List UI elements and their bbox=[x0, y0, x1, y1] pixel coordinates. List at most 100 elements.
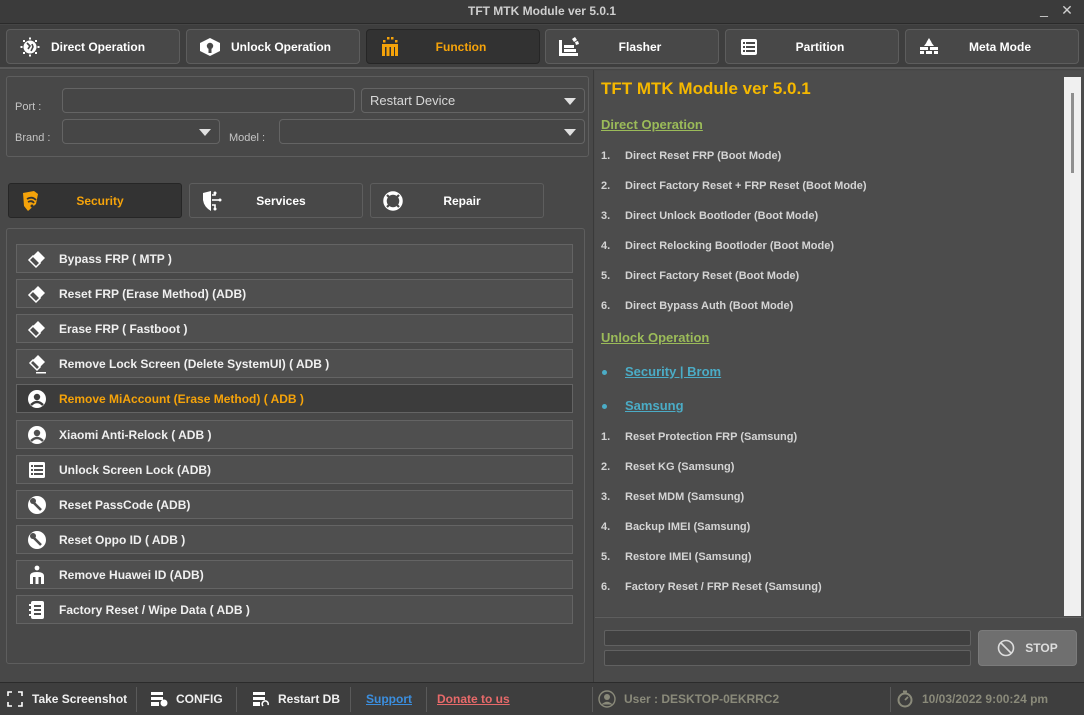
divider bbox=[592, 687, 593, 712]
function-reset-frp-erase[interactable]: Reset FRP (Erase Method) (ADB) bbox=[16, 279, 573, 308]
log-item-number: 2. bbox=[601, 461, 611, 473]
port-input[interactable] bbox=[62, 88, 355, 113]
restart-db-label: Restart DB bbox=[278, 692, 341, 706]
user-icon bbox=[598, 690, 616, 708]
nav-flasher[interactable]: Flasher bbox=[545, 29, 719, 64]
left-pane: Port : Restart Device Brand : Model : Se… bbox=[0, 70, 593, 682]
top-nav: Direct Operation Unlock Operation Functi… bbox=[0, 25, 1084, 69]
support-link[interactable]: Support bbox=[366, 689, 412, 709]
function-reset-passcode[interactable]: Reset PassCode (ADB) bbox=[16, 490, 573, 519]
nav-meta-mode[interactable]: Meta Mode bbox=[905, 29, 1079, 64]
function-remove-miaccount[interactable]: Remove MiAccount (Erase Method) ( ADB ) bbox=[16, 384, 573, 413]
log-item-number: 4. bbox=[601, 240, 611, 252]
log-link-security-brom[interactable]: Security | Brom bbox=[625, 364, 721, 379]
close-icon[interactable]: ✕ bbox=[1057, 2, 1077, 19]
chevron-down-icon bbox=[564, 129, 576, 136]
tab-label: Repair bbox=[443, 193, 481, 208]
function-label: Reset PassCode (ADB) bbox=[59, 497, 191, 512]
brand-select[interactable] bbox=[62, 119, 220, 144]
tab-label: Security bbox=[76, 193, 124, 208]
nav-direct-operation[interactable]: Direct Operation bbox=[6, 29, 180, 64]
user-circle-icon bbox=[27, 425, 47, 445]
log-item: Reset MDM (Samsung) bbox=[625, 491, 745, 503]
tab-security[interactable]: Security bbox=[8, 183, 182, 218]
log-scrollbar-thumb[interactable] bbox=[1071, 93, 1074, 173]
database-refresh-icon bbox=[252, 690, 270, 708]
function-erase-frp-fastboot[interactable]: Erase FRP ( Fastboot ) bbox=[16, 314, 573, 343]
log-item-number: 6. bbox=[601, 300, 611, 312]
bullet-icon bbox=[602, 370, 607, 375]
ban-icon bbox=[997, 639, 1015, 657]
right-pane: TFT MTK Module ver 5.0.1 Direct Operatio… bbox=[593, 70, 1084, 682]
person-m-icon bbox=[27, 565, 47, 585]
log-item-number: 5. bbox=[601, 270, 611, 282]
function-reset-oppo-id[interactable]: Reset Oppo ID ( ADB ) bbox=[16, 525, 573, 554]
stop-button[interactable]: STOP bbox=[978, 630, 1077, 666]
log-item-number: 1. bbox=[601, 431, 611, 443]
function-label: Remove Lock Screen (Delete SystemUI) ( A… bbox=[59, 356, 330, 371]
log-item: Backup IMEI (Samsung) bbox=[625, 521, 751, 533]
nav-label: Direct Operation bbox=[51, 39, 146, 54]
restart-device-select[interactable]: Restart Device bbox=[361, 88, 585, 113]
nav-label: Partition bbox=[795, 39, 845, 54]
gift-box-icon bbox=[379, 36, 401, 58]
log-item: Direct Reset FRP (Boot Mode) bbox=[625, 150, 782, 162]
datetime-info: 10/03/2022 9:00:24 pm bbox=[896, 689, 1048, 709]
log-item: Reset KG (Samsung) bbox=[625, 461, 735, 473]
datetime-label: 10/03/2022 9:00:24 pm bbox=[922, 692, 1049, 706]
donate-link[interactable]: Donate to us bbox=[437, 689, 510, 709]
tab-label: Services bbox=[256, 193, 306, 208]
shield-circuit-icon bbox=[200, 189, 224, 213]
flasher-icon bbox=[558, 36, 580, 58]
list-icon bbox=[27, 460, 47, 480]
tab-repair[interactable]: Repair bbox=[370, 183, 544, 218]
log-title: TFT MTK Module ver 5.0.1 bbox=[601, 79, 811, 98]
user-circle-icon bbox=[27, 389, 47, 409]
chevron-down-icon bbox=[564, 98, 576, 105]
screenshot-icon bbox=[6, 690, 24, 708]
stop-label: STOP bbox=[1025, 641, 1058, 655]
chevron-down-icon bbox=[199, 129, 211, 136]
device-panel: Port : Restart Device Brand : Model : bbox=[6, 76, 589, 157]
minimize-icon[interactable]: _ bbox=[1034, 1, 1054, 17]
log-link-samsung[interactable]: Samsung bbox=[625, 398, 684, 413]
config-label: CONFIG bbox=[176, 692, 223, 706]
wrench-circle-icon bbox=[27, 530, 47, 550]
progress-panel: STOP bbox=[595, 617, 1083, 681]
function-unlock-screen-lock[interactable]: Unlock Screen Lock (ADB) bbox=[16, 455, 573, 484]
firewall-icon bbox=[918, 36, 940, 58]
function-bypass-frp-mtp[interactable]: Bypass FRP ( MTP ) bbox=[16, 244, 573, 273]
database-gear-icon bbox=[150, 690, 168, 708]
log-heading-unlock-operation: Unlock Operation bbox=[601, 330, 710, 345]
log-item-number: 5. bbox=[601, 551, 611, 563]
nav-label: Meta Mode bbox=[968, 39, 1031, 54]
function-remove-lock-screen[interactable]: Remove Lock Screen (Delete SystemUI) ( A… bbox=[16, 349, 573, 378]
function-remove-huawei-id[interactable]: Remove Huawei ID (ADB) bbox=[16, 560, 573, 589]
function-factory-reset-wipe[interactable]: Factory Reset / Wipe Data ( ADB ) bbox=[16, 595, 573, 624]
function-label: Erase FRP ( Fastboot ) bbox=[59, 321, 188, 336]
take-screenshot-button[interactable]: Take Screenshot bbox=[6, 689, 127, 709]
log-item: Factory Reset / FRP Reset (Samsung) bbox=[625, 581, 822, 593]
config-button[interactable]: CONFIG bbox=[150, 689, 223, 709]
function-xiaomi-anti-relock[interactable]: Xiaomi Anti-Relock ( ADB ) bbox=[16, 420, 573, 449]
log-item-number: 2. bbox=[601, 180, 611, 192]
tab-services[interactable]: Services bbox=[189, 183, 363, 218]
log-item-number: 4. bbox=[601, 521, 611, 533]
user-info: User : DESKTOP-0EKRRC2 bbox=[598, 689, 779, 709]
divider bbox=[426, 687, 427, 712]
log-item-number: 3. bbox=[601, 491, 611, 503]
log-output: TFT MTK Module ver 5.0.1 Direct Operatio… bbox=[595, 71, 1083, 616]
window-title: TFT MTK Module ver 5.0.1 bbox=[467, 4, 617, 18]
nav-label: Function bbox=[435, 39, 487, 54]
port-label: Port : bbox=[15, 101, 42, 113]
function-label: Xiaomi Anti-Relock ( ADB ) bbox=[59, 427, 212, 442]
function-label: Reset FRP (Erase Method) (ADB) bbox=[59, 286, 247, 301]
log-scrollbar[interactable] bbox=[1064, 77, 1081, 616]
restart-db-button[interactable]: Restart DB bbox=[252, 689, 340, 709]
nav-unlock-operation[interactable]: Unlock Operation bbox=[186, 29, 360, 64]
nav-function[interactable]: Function bbox=[366, 29, 540, 64]
model-select[interactable] bbox=[279, 119, 585, 144]
divider bbox=[236, 687, 237, 712]
nav-partition[interactable]: Partition bbox=[725, 29, 899, 64]
log-item: Direct Bypass Auth (Boot Mode) bbox=[625, 300, 794, 312]
